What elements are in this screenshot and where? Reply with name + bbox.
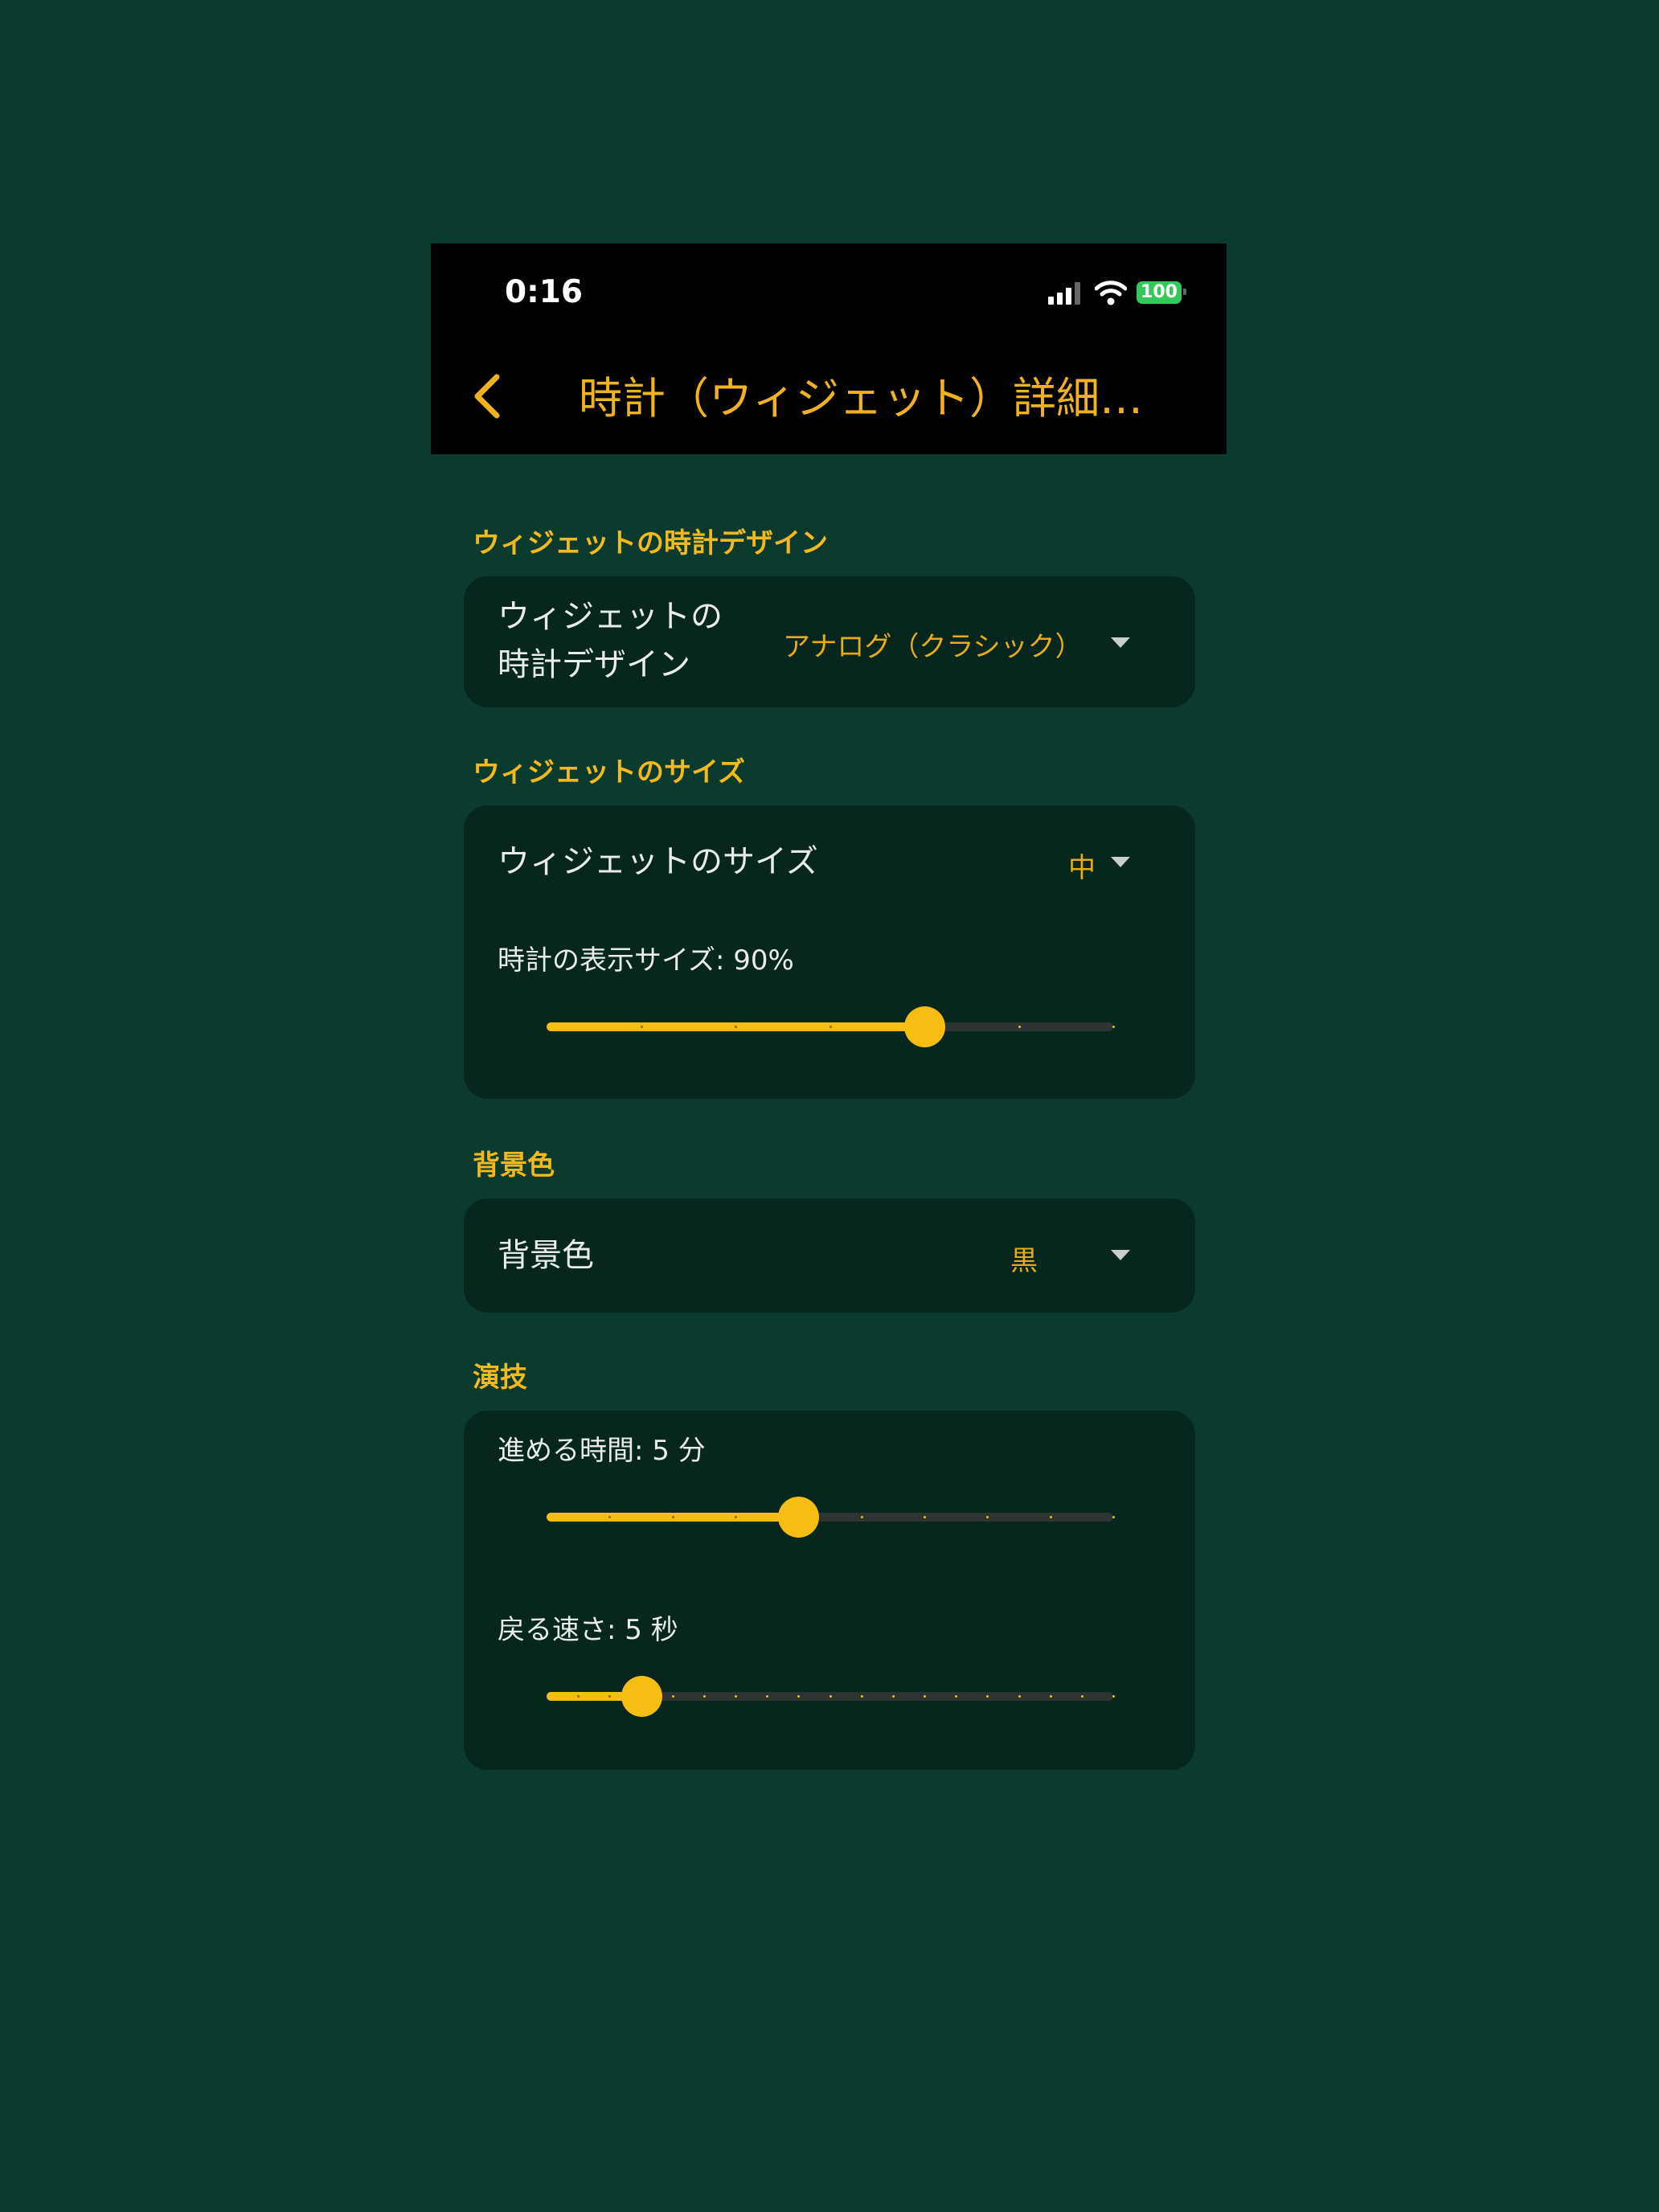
slider-tick [924,1695,926,1698]
section-title-design: ウィジェットの時計デザイン [473,527,828,559]
battery-icon: 100 [1137,281,1182,304]
slider-tick [986,1695,989,1698]
slider-tick [891,1695,895,1698]
slider-tick [1112,1516,1115,1518]
return-speed-label: 戻る速さ: 5 秒 [498,1614,678,1646]
size-dropdown-value[interactable]: 中 [1068,846,1096,885]
size-card: ウィジェットのサイズ 中 時計の表示サイズ: 90% [464,805,1195,1099]
slider-tick [860,1695,863,1698]
display-size-slider[interactable] [547,1006,1115,1047]
chevron-down-icon[interactable] [1111,1250,1130,1260]
slider-tick [1112,1695,1115,1698]
background-label: 背景色 [498,1237,594,1274]
slider-tick [924,1516,926,1518]
design-label-line1: ウィジェットの [498,598,723,635]
size-label: ウィジェットのサイズ [498,843,818,880]
design-label-line2: 時計デザイン [498,646,690,683]
slider-tick [1112,1026,1115,1028]
slider-tick [703,1695,706,1698]
section-title-size: ウィジェットのサイズ [473,756,745,789]
background-dropdown-value[interactable]: 黒 [1010,1239,1038,1278]
battery-level: 100 [1141,282,1178,302]
section-title-performance: 演技 [473,1362,527,1394]
slider-tick [671,1695,674,1698]
slider-tick [735,1516,737,1518]
slider-tick [1049,1516,1052,1518]
slider-tick [735,1695,737,1698]
slider-tick [1018,1026,1021,1028]
return-speed-slider[interactable] [547,1676,1115,1717]
design-card[interactable]: ウィジェットの 時計デザイン アナログ（クラシック） [464,576,1195,707]
signal-icon [1048,282,1083,305]
page-title: 時計（ウィジェット）詳細… [579,373,1143,424]
section-title-background: 背景色 [473,1149,555,1182]
slider-tick [860,1516,863,1518]
slider-tick [829,1026,832,1028]
battery-tip [1183,289,1186,295]
advance-time-slider[interactable] [547,1497,1115,1538]
slider-tick [1049,1695,1052,1698]
chevron-down-icon[interactable] [1111,637,1130,648]
slider-tick [1018,1695,1021,1698]
background-card[interactable]: 背景色 黒 [464,1198,1195,1313]
design-dropdown-value[interactable]: アナログ（クラシック） [783,625,1083,664]
slider-tick [766,1695,769,1698]
chevron-down-icon[interactable] [1111,857,1130,867]
slider-tick [640,1026,643,1028]
slider-tick [797,1695,801,1698]
slider-thumb[interactable] [904,1006,946,1047]
display-size-label: 時計の表示サイズ: 90% [498,944,794,977]
slider-tick [735,1026,737,1028]
back-button[interactable] [471,372,503,420]
slider-tick [1080,1695,1083,1698]
slider-thumb[interactable] [778,1497,820,1538]
wifi-icon [1095,281,1127,305]
slider-tick [955,1695,958,1698]
advance-time-label: 進める時間: 5 分 [498,1435,706,1467]
slider-tick [829,1695,832,1698]
slider-tick [986,1516,989,1518]
status-time: 0:16 [505,274,584,310]
slider-thumb[interactable] [621,1676,662,1717]
slider-tick [671,1516,674,1518]
app-header: 0:16 100 時計（ウィジェット）詳細… [431,244,1227,454]
performance-card: 進める時間: 5 分 戻る速さ: 5 秒 [464,1411,1195,1770]
